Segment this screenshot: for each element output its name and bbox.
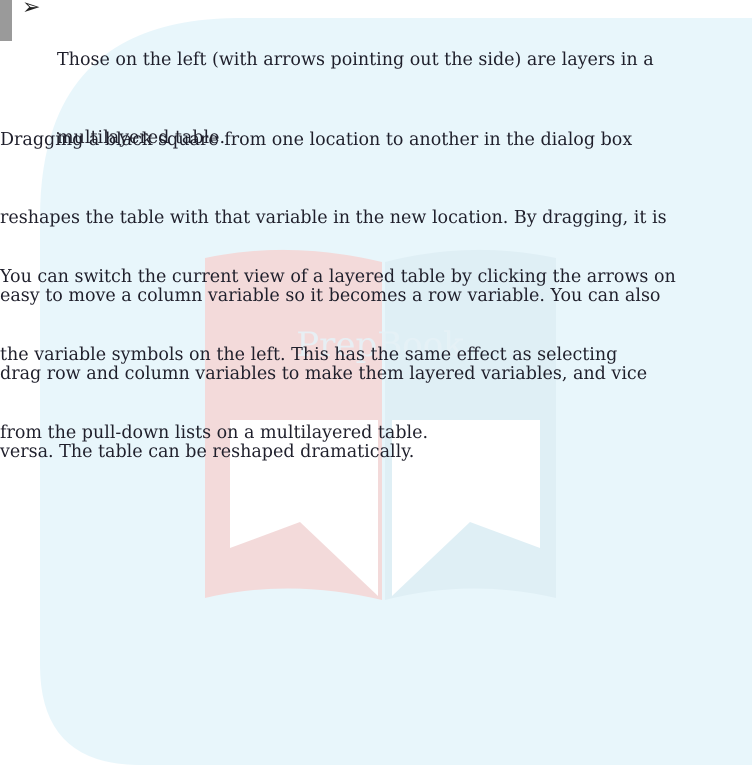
bullet-item: ➢ Those on the left (with arrows pointin… <box>0 0 752 148</box>
text-line: Those on the left (with arrows pointing … <box>57 50 654 70</box>
document-page: PrepBook ➢ Those on the left (with arrow… <box>0 0 752 765</box>
text-line: the variable symbols on the left. This h… <box>0 345 618 365</box>
text-line: Dragging a black square from one locatio… <box>0 130 633 150</box>
text-line: from the pull-down lists on a multilayer… <box>0 423 429 443</box>
paragraph-switch-view: You can switch the current view of a lay… <box>0 212 752 498</box>
bullet-sidebar-bar <box>0 0 12 41</box>
check-arrow-icon: ➢ <box>22 0 41 20</box>
text-line: You can switch the current view of a lay… <box>0 267 676 287</box>
